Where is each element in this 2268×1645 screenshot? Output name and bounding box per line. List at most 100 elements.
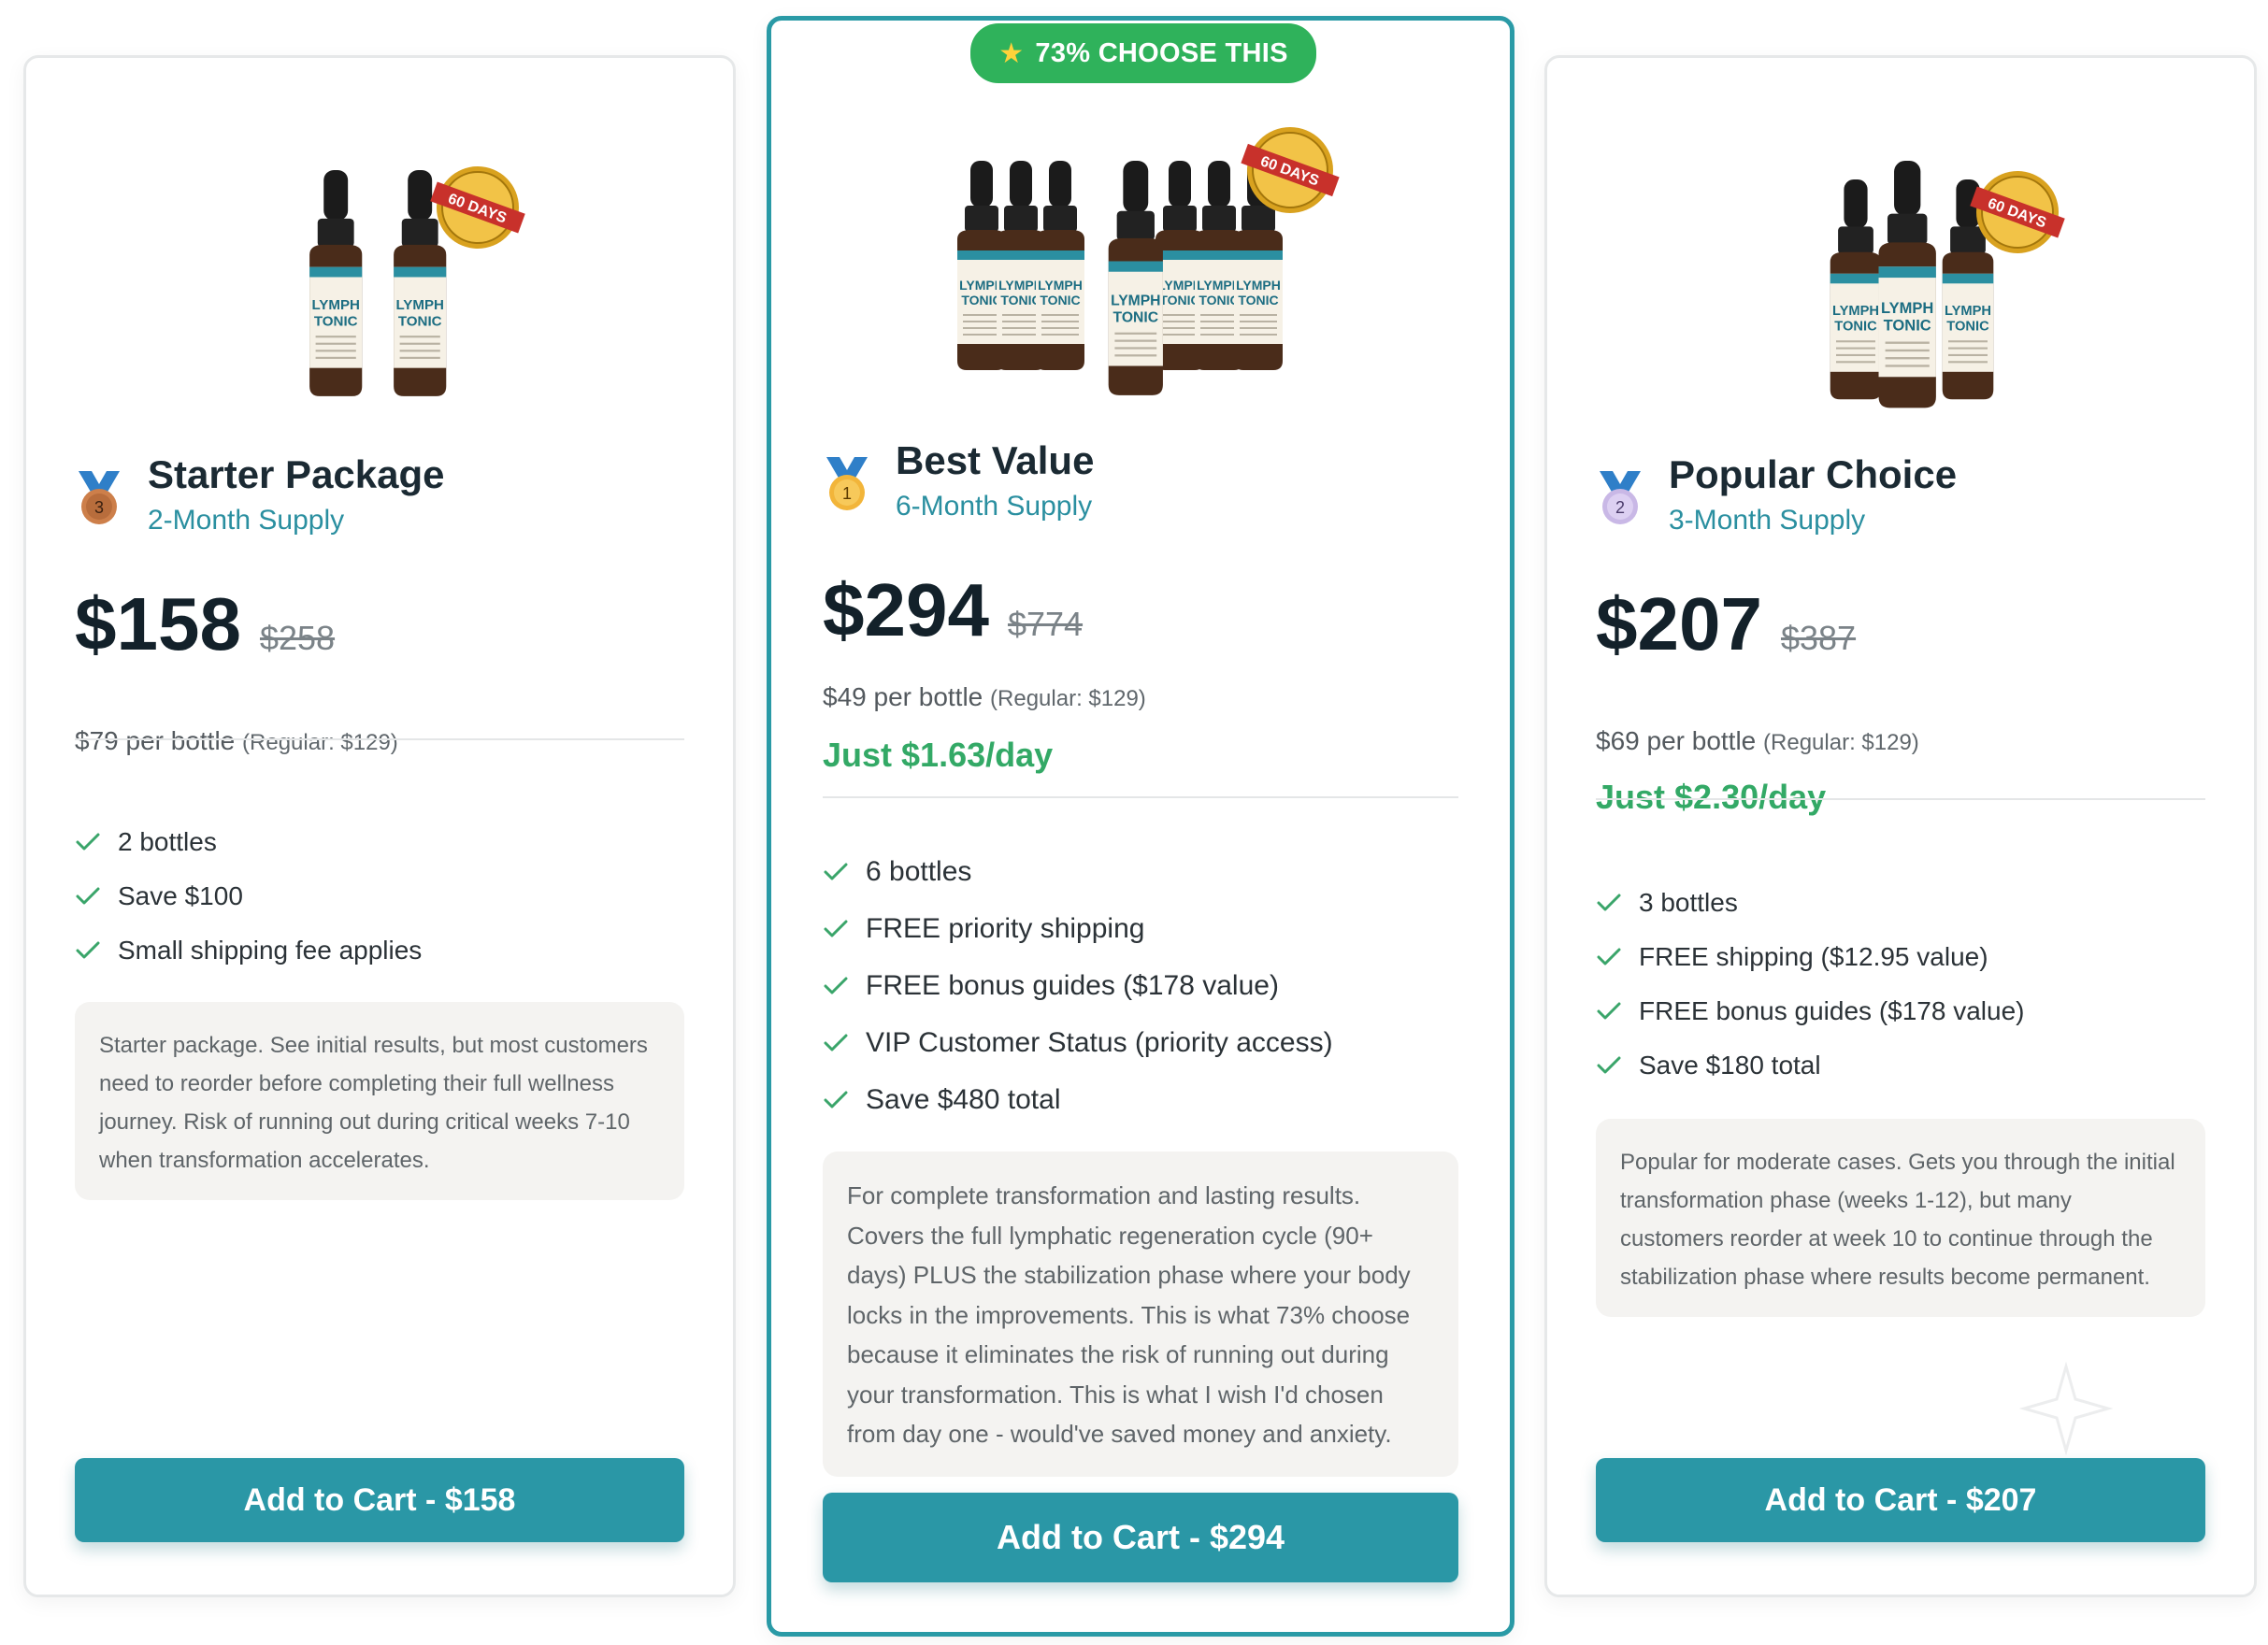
product-image: LYMPH TONIC LYMPH TONIC LYMPH TONIC LYMPH TONIC… [771,67,1510,404]
regular-price: (Regular: $129) [1763,730,1919,755]
svg-text:LYMPH: LYMPH [1832,304,1879,319]
pricing-card-starter: LYMPH TONIC LYMPH TONIC 60 DAYS 3 Starter Pa… [23,55,736,1597]
svg-text:LYMPH: LYMPH [1111,293,1160,309]
price: $207 [1596,582,1762,665]
check-icon [1597,1002,1621,1020]
price-row: $158 $258 [75,581,335,667]
check-icon [76,887,100,905]
feature-text: 3 bottles [1639,888,1738,917]
sparkle-icon [2019,1362,2113,1455]
svg-text:LYMPH: LYMPH [1038,278,1083,293]
old-price: $774 [1007,605,1084,643]
svg-text:2: 2 [1615,498,1625,517]
per-bottle-text: $69 per bottle [1596,726,1757,755]
add-to-cart-button[interactable]: Add to Cart - $294 [823,1493,1458,1582]
feature-item: Save $480 total [823,1071,1333,1128]
svg-text:TONIC: TONIC [398,313,442,329]
per-bottle-price: $79 per bottle (Regular: $129) [75,726,398,756]
card-header: 3 Starter Package 2-Month Supply [75,451,445,536]
add-to-cart-button[interactable]: Add to Cart - $207 [1596,1458,2205,1542]
tier-title: Best Value [896,438,1095,482]
tier-subtitle: 3-Month Supply [1669,505,1866,536]
check-icon [824,1034,848,1051]
check-icon [824,863,848,880]
check-icon [76,941,100,959]
feature-item: Save $180 total [1596,1038,2024,1093]
feature-item: FREE priority shipping [823,900,1333,957]
svg-text:TONIC: TONIC [1238,293,1278,308]
price-row: $294 $774 [823,567,1083,653]
svg-text:TONIC: TONIC [1040,293,1080,308]
svg-text:TONIC: TONIC [1946,320,1989,335]
feature-text: VIP Customer Status (priority access) [866,1026,1333,1058]
price: $158 [75,582,241,665]
description-box: For complete transformation and lasting … [823,1152,1458,1477]
feature-list: 6 bottles FREE priority shipping FREE bonu… [823,843,1333,1128]
divider [823,796,1458,798]
bottle-image: LYMPHTONIC [1036,161,1084,370]
svg-text:3: 3 [94,498,104,517]
check-icon [1597,1056,1621,1074]
product-bottles-image: LYMPHTONICLYMPHTONIC60 DAYS [309,166,525,396]
svg-text:LYMPH: LYMPH [1881,299,1933,317]
per-day-price: Just $2.30/day [1596,778,1827,816]
old-price: $258 [259,619,336,657]
svg-text:TONIC: TONIC [314,313,358,329]
feature-text: Save $100 [118,881,243,910]
feature-item: VIP Customer Status (priority access) [823,1014,1333,1071]
feature-text: FREE bonus guides ($178 value) [866,969,1279,1001]
feature-item: Small shipping fee applies [75,923,422,978]
svg-text:LYMPH: LYMPH [1945,304,1991,319]
feature-item: 3 bottles [1596,876,2024,930]
featured-badge: ★ 73% CHOOSE THIS [970,23,1316,83]
description-box: Popular for moderate cases. Gets you thr… [1596,1119,2205,1317]
bottle-image: LYMPHTONIC [1108,161,1163,395]
price-row: $207 $387 [1596,581,1856,667]
pricing-card-popular: LYMPH TONIC LYMPH TONIC LYMPH TONIC 60 DAYS 2 … [1544,55,2257,1597]
bottle-image: LYMPHTONIC [1830,179,1882,400]
feature-item: Save $100 [75,869,422,923]
product-bottles-image: LYMPHTONICLYMPHTONICLYMPHTONICLYMPHTONIC… [957,127,1340,395]
check-icon [76,833,100,851]
guarantee-seal-icon: 60 DAYS [430,166,525,249]
svg-text:TONIC: TONIC [1113,309,1158,325]
feature-text: FREE bonus guides ($178 value) [1639,996,2025,1025]
pricing-card-best-value: LYMPH TONIC LYMPH TONIC LYMPH TONIC LYMPH TONIC… [767,16,1514,1637]
feature-item: 2 bottles [75,815,422,869]
card-header: 1 Best Value 6-Month Supply [823,436,1094,522]
product-image: LYMPH TONIC LYMPH TONIC LYMPH TONIC 60 DAYS [1547,105,2254,413]
per-day-price: Just $1.63/day [823,736,1054,774]
tier-subtitle: 6-Month Supply [896,491,1093,522]
product-bottles-image: LYMPHTONICLYMPHTONICLYMPHTONIC60 DAYS [1830,161,2065,408]
bronze-medal-icon: 3 [79,471,120,524]
svg-text:TONIC: TONIC [961,293,1001,308]
divider [75,738,684,740]
bottle-image: LYMPHTONIC [309,170,363,396]
per-bottle-price: $69 per bottle (Regular: $129) [1596,726,1919,756]
gold-medal-icon: 1 [826,457,868,510]
star-icon: ★ [998,37,1025,69]
svg-text:TONIC: TONIC [1834,320,1877,335]
silver-medal-icon: 2 [1600,471,1641,524]
feature-list: 2 bottles Save $100 Small shipping fee app… [75,815,422,978]
regular-price: (Regular: $129) [242,730,398,755]
description-box: Starter package. See initial results, bu… [75,1002,684,1200]
svg-text:LYMPH: LYMPH [1236,278,1281,293]
add-to-cart-button[interactable]: Add to Cart - $158 [75,1458,684,1542]
feature-text: 6 bottles [866,855,972,887]
divider [1596,798,2205,800]
svg-text:TONIC: TONIC [1159,293,1199,308]
feature-item: FREE shipping ($12.95 value) [1596,930,2024,984]
price: $294 [823,568,989,651]
card-header: 2 Popular Choice 3-Month Supply [1596,451,1957,536]
bottle-image: LYMPHTONIC [1878,161,1936,408]
tier-subtitle: 2-Month Supply [148,505,345,536]
feature-item: FREE bonus guides ($178 value) [1596,984,2024,1038]
svg-text:TONIC: TONIC [1199,293,1239,308]
tier-title: Popular Choice [1669,452,1958,496]
check-icon [824,920,848,937]
regular-price: (Regular: $129) [990,686,1146,711]
feature-text: FREE priority shipping [866,912,1145,944]
feature-text: Save $180 total [1639,1051,1821,1080]
feature-text: Save $480 total [866,1083,1061,1115]
